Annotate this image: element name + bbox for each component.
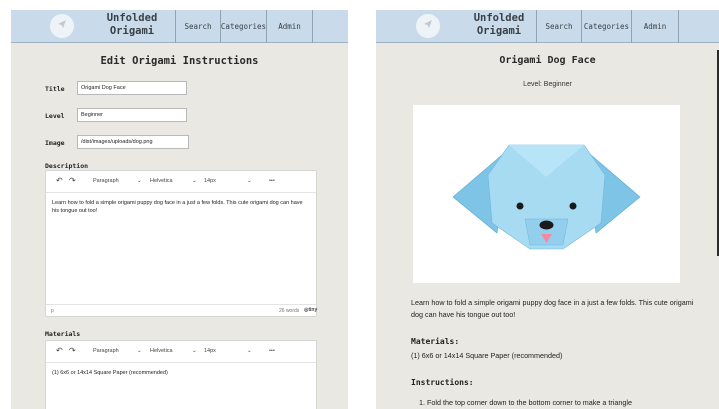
origami-title: Origami Dog Face <box>499 55 596 66</box>
title-input[interactable]: Origami Dog Face <box>77 81 187 95</box>
editor-statusbar: p 26 words ◎tiny <box>46 304 317 316</box>
level-input[interactable]: Beginner <box>77 108 187 122</box>
font-family-select[interactable]: Helvetica <box>150 178 173 184</box>
editor-toolbar: ↶ ↷ Paragraph ⌄ Helvetica ⌄ 14px ⌄ ••• <box>46 171 316 193</box>
title-label: Title <box>45 85 65 93</box>
brand-name[interactable]: Unfolded Origami <box>464 12 534 38</box>
brand-line-2: Origami <box>109 25 155 37</box>
brand-name[interactable]: Unfolded Origami <box>97 12 167 38</box>
edit-page-panel: Unfolded Origami Search Categories Admin… <box>11 10 348 409</box>
view-page-panel: Unfolded Origami Search Categories Admin… <box>376 10 719 409</box>
tiny-logo: ◎tiny <box>304 307 317 313</box>
word-count[interactable]: 26 words <box>279 308 299 314</box>
brand-line-2: Origami <box>476 25 522 37</box>
nav-categories[interactable]: Categories <box>220 10 266 43</box>
chevron-down-icon: ⌄ <box>192 348 197 354</box>
chevron-down-icon: ⌄ <box>137 178 142 184</box>
chevron-down-icon: ⌄ <box>247 348 252 354</box>
undo-icon[interactable]: ↶ <box>56 346 63 355</box>
more-options-button[interactable]: ••• <box>269 348 275 354</box>
materials-text[interactable]: (1) 6x6 or 14x14 Square Paper (recommend… <box>52 369 308 377</box>
redo-icon[interactable]: ↷ <box>69 346 76 355</box>
chevron-down-icon: ⌄ <box>137 348 142 354</box>
origami-level: Level: Beginner <box>523 81 572 88</box>
nav-bar: Unfolded Origami Search Categories Admin <box>376 10 719 43</box>
origami-dog-image <box>413 105 680 283</box>
chevron-down-icon: ⌄ <box>247 178 252 184</box>
nav-bar: Unfolded Origami Search Categories Admin <box>11 10 348 43</box>
materials-editor[interactable]: ↶ ↷ Paragraph ⌄ Helvetica ⌄ 14px ⌄ ••• (… <box>45 340 317 409</box>
paper-plane-icon <box>422 17 434 35</box>
image-input[interactable]: /dist/images/uploads/dog.png <box>77 135 189 149</box>
font-size-select[interactable]: 14px <box>204 348 216 354</box>
tiny-brand: tiny <box>308 307 318 313</box>
undo-icon[interactable]: ↶ <box>56 176 63 185</box>
origami-description: Learn how to fold a simple origami puppy… <box>411 298 694 319</box>
nav-admin[interactable]: Admin <box>266 10 313 43</box>
instructions-heading: Instructions: <box>411 378 474 387</box>
brand-line-1: Unfolded <box>106 12 158 24</box>
chevron-down-icon: ⌄ <box>192 178 197 184</box>
materials-label: Materials <box>45 330 81 338</box>
redo-icon[interactable]: ↷ <box>69 176 76 185</box>
description-text[interactable]: Learn how to fold a simple origami puppy… <box>52 199 308 215</box>
element-path: p <box>51 308 54 314</box>
logo[interactable] <box>416 14 440 38</box>
brand-line-1: Unfolded <box>473 12 525 24</box>
materials-text: (1) 6x6 or 14x14 Square Paper (recommend… <box>411 351 563 360</box>
page-title: Edit Origami Instructions <box>100 55 259 67</box>
level-label: Level <box>45 112 65 120</box>
nav-admin[interactable]: Admin <box>631 10 679 43</box>
materials-heading: Materials: <box>411 337 460 346</box>
block-format-select[interactable]: Paragraph <box>93 178 119 184</box>
image-label: Image <box>45 139 65 147</box>
font-size-select[interactable]: 14px <box>204 178 216 184</box>
description-label: Description <box>45 162 89 170</box>
more-options-button[interactable]: ••• <box>269 178 275 184</box>
nav-search[interactable]: Search <box>536 10 581 43</box>
logo[interactable] <box>50 14 74 38</box>
editor-toolbar: ↶ ↷ Paragraph ⌄ Helvetica ⌄ 14px ⌄ ••• <box>46 341 316 363</box>
font-family-select[interactable]: Helvetica <box>150 348 173 354</box>
paper-plane-icon <box>56 17 68 35</box>
nav-categories[interactable]: Categories <box>581 10 631 43</box>
instruction-step: 1. Fold the top corner down to the botto… <box>419 398 632 407</box>
description-editor[interactable]: ↶ ↷ Paragraph ⌄ Helvetica ⌄ 14px ⌄ ••• L… <box>45 170 317 317</box>
block-format-select[interactable]: Paragraph <box>93 348 119 354</box>
nav-search[interactable]: Search <box>175 10 220 43</box>
